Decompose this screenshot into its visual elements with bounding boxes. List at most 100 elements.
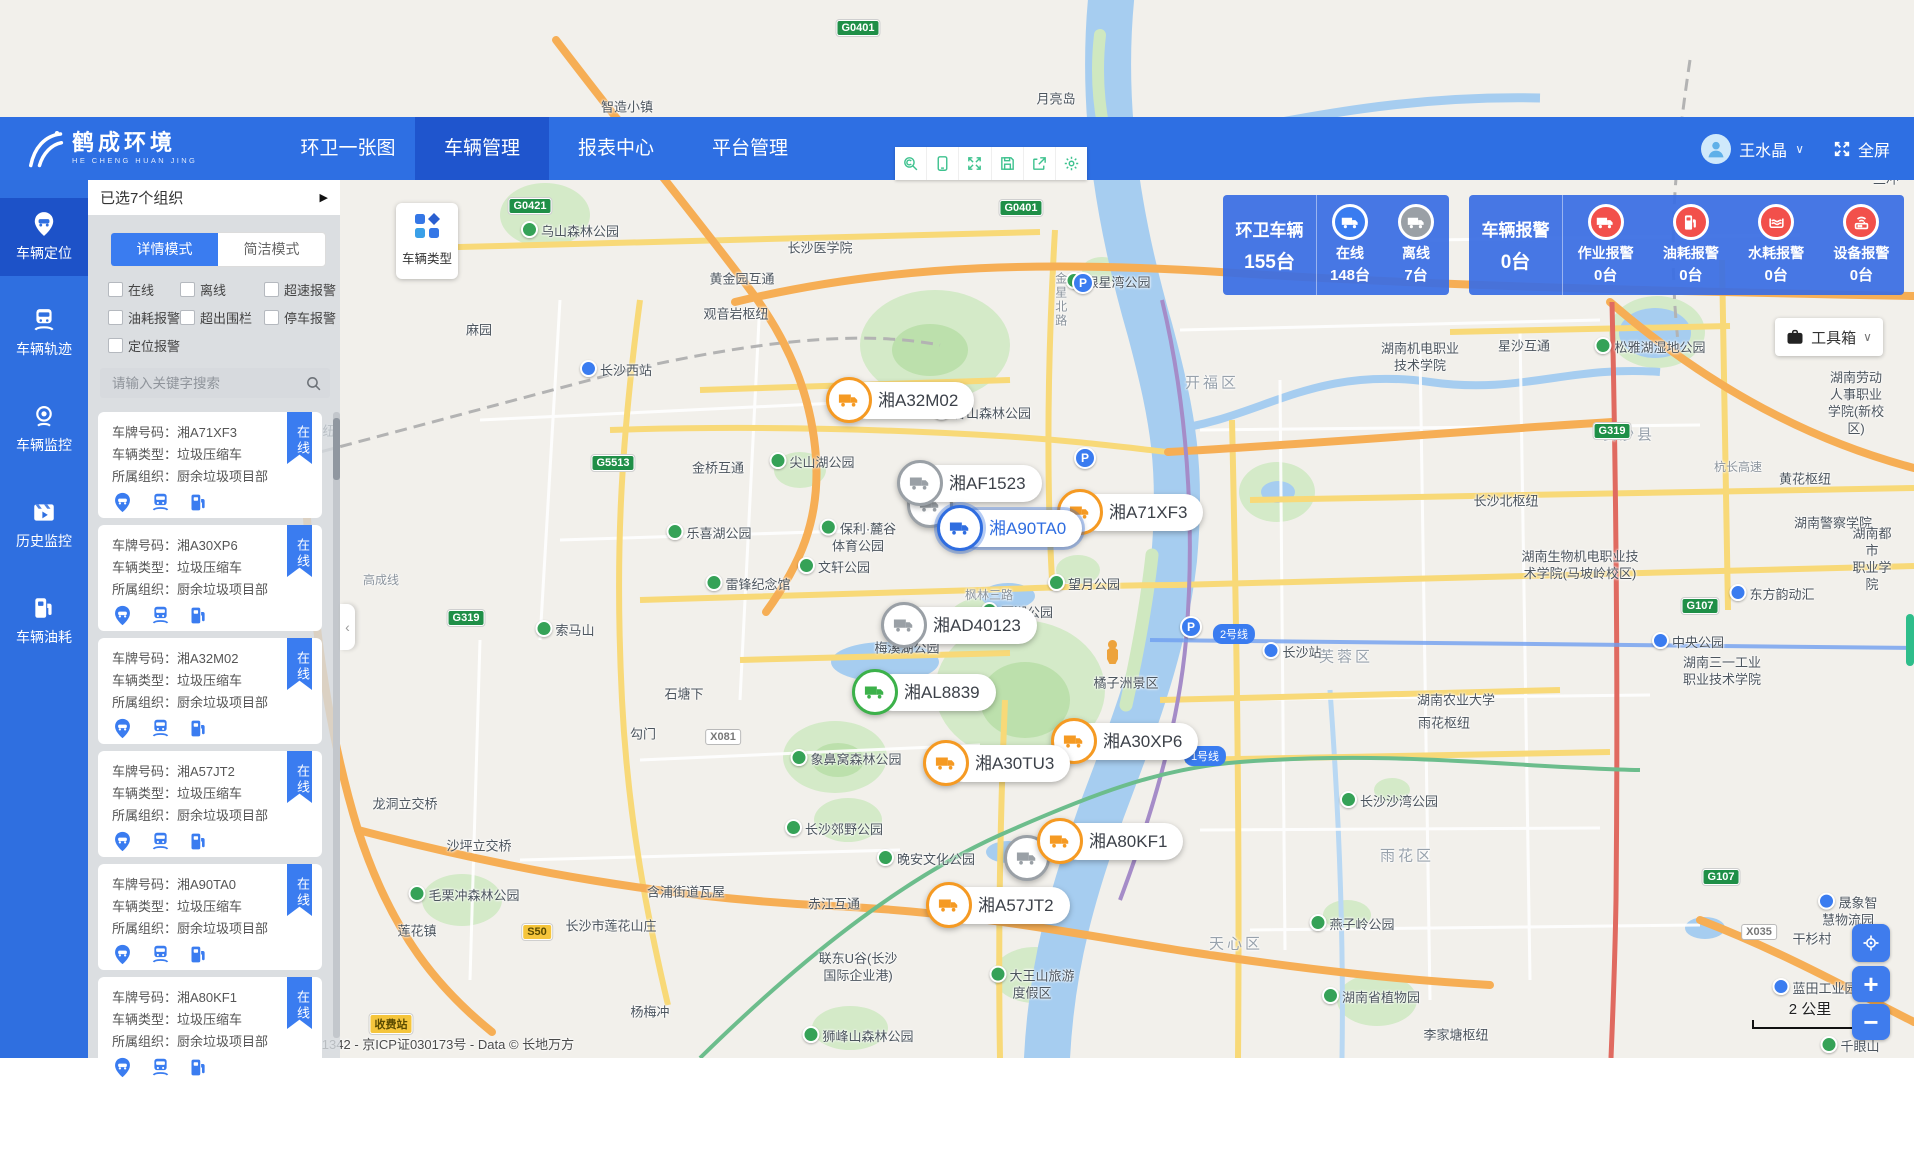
settings-gear-icon[interactable] xyxy=(1056,147,1087,180)
vehicle-card[interactable]: 车牌号码：湘A90TA0 车辆类型：垃圾压缩车 所属组织：厨余垃圾项目部 在线 xyxy=(98,864,322,970)
fuel-record-icon[interactable] xyxy=(188,605,209,626)
vehicle-marker[interactable]: 湘AD40123 xyxy=(881,604,1037,646)
share-icon[interactable] xyxy=(1024,147,1056,180)
checkbox-icon[interactable] xyxy=(108,310,123,325)
org-expand-icon[interactable]: ▶ xyxy=(320,191,328,204)
panel-collapse-button[interactable]: ‹ xyxy=(340,604,355,650)
map-place-label: 晚安文化公园 xyxy=(877,849,975,869)
checkbox-icon[interactable] xyxy=(108,338,123,353)
map-place-label: 湖南三一工业 职业技术学院 xyxy=(1683,655,1761,689)
menu-item[interactable]: 平台管理 xyxy=(683,117,817,180)
locate-vehicle-icon[interactable] xyxy=(112,605,133,626)
toolbox-button[interactable]: 工具箱 ∨ xyxy=(1775,318,1883,356)
vehicle-org-line: 所属组织：厨余垃圾项目部 xyxy=(112,1031,310,1053)
vehicle-type-button[interactable]: 车辆类型 xyxy=(396,203,458,279)
checkbox-icon[interactable] xyxy=(264,282,279,297)
poi-dot-icon xyxy=(877,849,894,866)
map-place-label: 天心区 xyxy=(1209,934,1263,954)
checkbox-icon[interactable] xyxy=(180,310,195,325)
search-icon[interactable] xyxy=(305,375,322,392)
poi-dot-icon xyxy=(1820,1036,1837,1053)
vehicle-marker[interactable]: 湘A57JT2 xyxy=(926,884,1070,926)
zoom-search-icon[interactable] xyxy=(895,147,927,180)
vehicle-marker[interactable]: 湘A90TA0 xyxy=(937,507,1082,549)
filter-checkbox[interactable]: 定位报警 xyxy=(108,336,180,355)
org-selector[interactable]: 已选7个组织 ▶ xyxy=(88,180,340,215)
locate-vehicle-icon[interactable] xyxy=(112,718,133,739)
track-vehicle-icon[interactable] xyxy=(150,1057,171,1078)
fullscreen-icon xyxy=(1832,139,1852,159)
save-icon[interactable] xyxy=(992,147,1024,180)
search-input[interactable] xyxy=(110,375,305,392)
track-vehicle-icon[interactable] xyxy=(150,718,171,739)
checkbox-icon[interactable] xyxy=(108,282,123,297)
sidebar-item[interactable]: 车辆定位 xyxy=(0,198,88,276)
sidebar-item[interactable]: 车辆油耗 xyxy=(0,582,88,660)
fuel-record-icon[interactable] xyxy=(188,944,209,965)
track-vehicle-icon[interactable] xyxy=(150,492,171,513)
filter-checkbox[interactable]: 在线 xyxy=(108,280,180,299)
vehicle-card[interactable]: 车牌号码：湘A71XF3 车辆类型：垃圾压缩车 所属组织：厨余垃圾项目部 在线 xyxy=(98,412,322,518)
locate-button[interactable] xyxy=(1852,924,1890,962)
checkbox-icon[interactable] xyxy=(264,310,279,325)
user-menu[interactable]: 王水晶 ∨ xyxy=(1701,134,1804,164)
track-vehicle-icon[interactable] xyxy=(150,831,171,852)
mode-tab[interactable]: 详情模式 xyxy=(111,233,218,266)
track-vehicle-icon[interactable] xyxy=(150,605,171,626)
fullscreen-button[interactable]: 全屏 xyxy=(1832,137,1890,161)
truck-icon xyxy=(1037,818,1083,864)
locate-vehicle-icon[interactable] xyxy=(112,831,133,852)
sidebar-item[interactable]: 历史监控 xyxy=(0,486,88,564)
alarm-icon xyxy=(1758,204,1794,240)
locate-icon xyxy=(1861,933,1881,953)
vehicle-card[interactable]: 车牌号码：湘A57JT2 车辆类型：垃圾压缩车 所属组织：厨余垃圾项目部 在线 xyxy=(98,751,322,857)
vehicle-marker[interactable]: 湘A30XP6 xyxy=(1051,720,1198,762)
map-place-label: 长沙市莲花山庄 xyxy=(565,919,656,936)
checkbox-icon[interactable] xyxy=(180,282,195,297)
filter-checkbox[interactable]: 超出围栏 xyxy=(180,308,264,327)
vehicle-marker[interactable]: 湘AF1523 xyxy=(897,462,1042,504)
locate-vehicle-icon[interactable] xyxy=(112,492,133,513)
filter-checkbox[interactable]: 停车报警 xyxy=(264,308,340,327)
expand-icon[interactable] xyxy=(959,147,991,180)
zoom-out-button[interactable]: − xyxy=(1852,1004,1890,1040)
map-place-label: 象鼻窝森林公园 xyxy=(790,749,901,769)
map-place-label: 尖山湖公园 xyxy=(769,452,854,472)
menu-item[interactable]: 报表中心 xyxy=(549,117,683,180)
zoom-in-button[interactable]: + xyxy=(1852,966,1890,1002)
alarm-item-count: 0台 xyxy=(1679,264,1702,285)
vehicle-card[interactable]: 车牌号码：湘A80KF1 车辆类型：垃圾压缩车 所属组织：厨余垃圾项目部 在线 xyxy=(98,977,322,1083)
map-place-label: 麻园 xyxy=(466,323,492,340)
track-vehicle-icon[interactable] xyxy=(150,944,171,965)
truck-icon xyxy=(897,460,943,506)
menu-item[interactable]: 环卫一张图 xyxy=(281,117,415,180)
filter-checkbox[interactable]: 超速报警 xyxy=(264,280,340,299)
vehicle-org-line: 所属组织：厨余垃圾项目部 xyxy=(112,692,310,714)
locate-vehicle-icon[interactable] xyxy=(112,1057,133,1078)
vehicle-marker[interactable]: 湘A30TU3 xyxy=(923,742,1070,784)
sidebar-item[interactable]: 车辆轨迹 xyxy=(0,294,88,372)
vehicle-plate-line: 车牌号码：湘A90TA0 xyxy=(112,874,310,896)
vehicle-marker[interactable]: 湘AL8839 xyxy=(852,671,996,713)
vehicle-card[interactable]: 车牌号码：湘A32M02 车辆类型：垃圾压缩车 所属组织：厨余垃圾项目部 在线 xyxy=(98,638,322,744)
vehicle-marker[interactable]: 湘A32M02 xyxy=(826,379,974,421)
locate-vehicle-icon[interactable] xyxy=(112,944,133,965)
vehicle-marker[interactable]: 湘A80KF1 xyxy=(1037,820,1183,862)
toolbox-chevron-icon: ∨ xyxy=(1863,330,1872,344)
collapse-icon: ‹ xyxy=(345,619,350,635)
filter-checkbox[interactable]: 油耗报警 xyxy=(108,308,180,327)
mobile-view-icon[interactable] xyxy=(927,147,959,180)
map-place-label: 燕子岭公园 xyxy=(1309,914,1394,934)
fuel-record-icon[interactable] xyxy=(188,718,209,739)
map-place-label: 湖南省植物园 xyxy=(1322,987,1420,1007)
sidebar-item[interactable]: 车辆监控 xyxy=(0,390,88,468)
mode-tab[interactable]: 简洁模式 xyxy=(218,233,325,266)
filter-checkbox[interactable]: 离线 xyxy=(180,280,264,299)
fuel-record-icon[interactable] xyxy=(188,1057,209,1078)
list-scrollbar-thumb[interactable] xyxy=(333,418,340,480)
menu-item[interactable]: 车辆管理 xyxy=(415,117,549,180)
fuel-record-icon[interactable] xyxy=(188,492,209,513)
vehicle-card[interactable]: 车牌号码：湘A30XP6 车辆类型：垃圾压缩车 所属组织：厨余垃圾项目部 在线 xyxy=(98,525,322,631)
list-scrollbar-track[interactable] xyxy=(333,412,340,1038)
fuel-record-icon[interactable] xyxy=(188,831,209,852)
